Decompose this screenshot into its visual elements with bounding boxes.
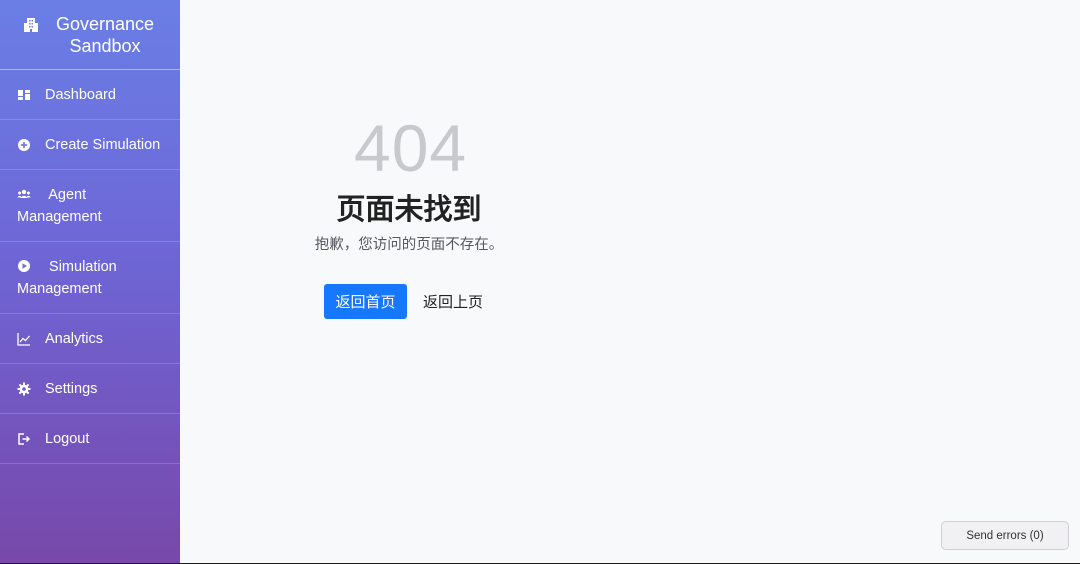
play-circle-icon: [17, 259, 31, 273]
sidebar-item-analytics[interactable]: Analytics: [0, 314, 180, 364]
brand-title: Governance Sandbox: [55, 13, 155, 56]
plus-circle-icon: [17, 138, 31, 152]
error-code: 404: [354, 111, 468, 185]
sidebar-item-dashboard[interactable]: Dashboard: [0, 70, 180, 120]
error-title: 页面未找到: [336, 194, 482, 226]
chart-line-icon: [17, 332, 31, 346]
app-root: Governance Sandbox Dashboard Create Simu…: [0, 0, 1080, 564]
sidebar-item-settings[interactable]: Settings: [0, 364, 180, 414]
gear-icon: [17, 382, 31, 396]
logout-icon: [17, 432, 31, 446]
building-icon: [23, 17, 39, 33]
dashboard-icon: [17, 88, 31, 102]
brand-header[interactable]: Governance Sandbox: [0, 0, 180, 70]
sidebar-item-logout[interactable]: Logout: [0, 414, 180, 464]
sidebar-item-simulation-management[interactable]: Simulation Management: [0, 242, 180, 314]
sidebar-item-label: Analytics: [45, 330, 104, 347]
go-back-button[interactable]: 返回上页: [416, 284, 490, 319]
sidebar-item-agent-management[interactable]: Agent Management: [0, 170, 180, 242]
sidebar-item-create-simulation[interactable]: Create Simulation: [0, 120, 180, 170]
sidebar-item-label: Simulation Management: [17, 259, 117, 297]
send-errors-button[interactable]: Send errors (0): [941, 521, 1069, 550]
users-icon: [17, 187, 31, 201]
sidebar-item-label: Create Simulation: [45, 136, 161, 153]
sidebar: Governance Sandbox Dashboard Create Simu…: [0, 0, 180, 564]
sidebar-item-label: Settings: [45, 380, 98, 397]
sidebar-item-label: Logout: [45, 430, 90, 447]
error-description: 抱歉，您访问的页面不存在。: [314, 237, 504, 253]
brand-inner: Governance Sandbox: [23, 13, 157, 57]
main-content: 404 页面未找到 抱歉，您访问的页面不存在。 返回首页 返回上页 Send e…: [180, 0, 1080, 564]
sidebar-item-label: Dashboard: [45, 86, 116, 103]
back-to-home-button[interactable]: 返回首页: [324, 284, 407, 319]
